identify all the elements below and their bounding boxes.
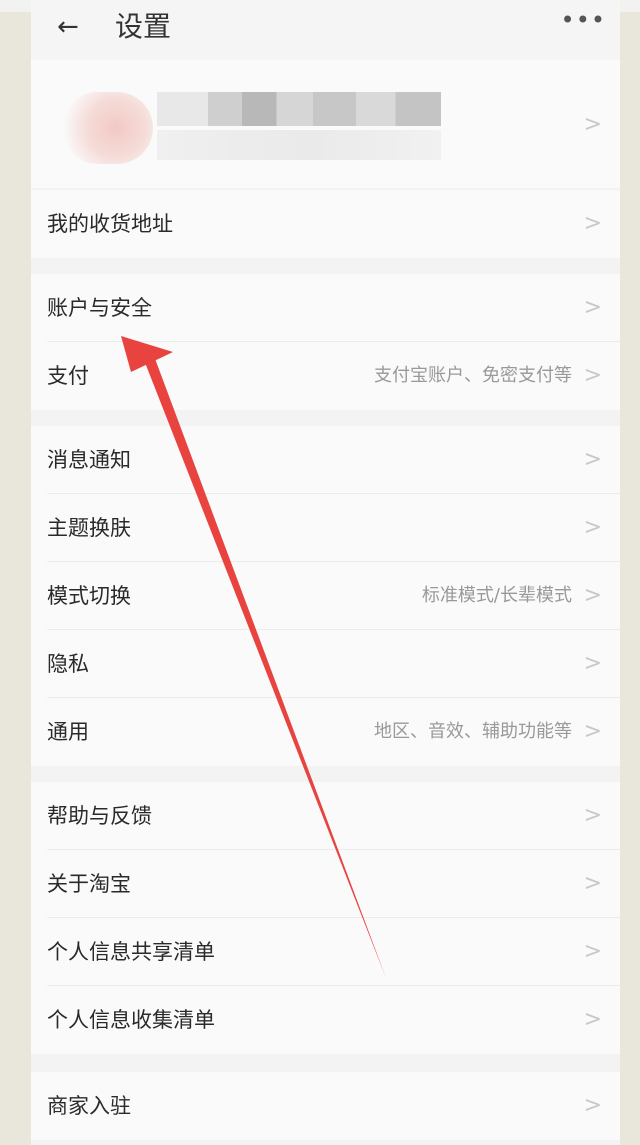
merchant-group: 商家入驻 > (31, 1072, 620, 1140)
menu-item-value: 标准模式/长辈模式 (421, 585, 572, 606)
menu-item-label: 个人信息收集清单 (47, 1008, 215, 1032)
menu-item-label: 帮助与反馈 (47, 804, 152, 828)
menu-item-mode-switch[interactable]: 模式切换 标准模式/长辈模式 > (31, 562, 620, 630)
profile-card[interactable]: > (31, 60, 620, 188)
help-group: 帮助与反馈 > 关于淘宝 > 个人信息共享清单 > 个人信息收集清单 > (31, 782, 620, 1054)
menu-item-merchant-join[interactable]: 商家入驻 > (31, 1072, 620, 1140)
chevron-right-icon: > (583, 939, 602, 964)
blurred-username (157, 92, 441, 126)
chevron-right-icon: > (583, 803, 602, 828)
blurred-user-info (157, 130, 441, 160)
chevron-right-icon: > (583, 651, 602, 676)
menu-item-payment[interactable]: 支付 支付宝账户、免密支付等 > (31, 342, 620, 410)
menu-item-label: 我的收货地址 (47, 212, 173, 236)
menu-item-label: 通用 (47, 720, 89, 744)
menu-item-label: 隐私 (47, 652, 89, 676)
menu-item-general[interactable]: 通用 地区、音效、辅助功能等 > (31, 698, 620, 766)
menu-item-about[interactable]: 关于淘宝 > (31, 850, 620, 918)
chevron-right-icon: > (583, 583, 602, 608)
menu-item-help-feedback[interactable]: 帮助与反馈 > (31, 782, 620, 850)
menu-item-value: 地区、音效、辅助功能等 (374, 721, 572, 742)
menu-item-account-security[interactable]: 账户与安全 > (31, 274, 620, 342)
chevron-right-icon: > (583, 719, 602, 744)
chevron-right-icon: > (583, 447, 602, 472)
menu-item-value: 支付宝账户、免密支付等 (374, 365, 572, 386)
chevron-right-icon: > (583, 871, 602, 896)
chevron-right-icon: > (583, 363, 602, 388)
menu-item-label: 账户与安全 (47, 296, 152, 320)
page-title: 设置 (115, 10, 172, 43)
menu-item-label: 关于淘宝 (47, 872, 131, 896)
menu-item-label: 模式切换 (47, 584, 131, 608)
menu-item-info-sharing-list[interactable]: 个人信息共享清单 > (31, 918, 620, 986)
menu-item-address[interactable]: 我的收货地址 > (31, 190, 620, 258)
chevron-right-icon: > (583, 295, 602, 320)
back-arrow-icon[interactable]: ← (57, 14, 79, 40)
menu-item-theme[interactable]: 主题换肤 > (31, 494, 620, 562)
menu-item-privacy[interactable]: 隐私 > (31, 630, 620, 698)
menu-item-label: 消息通知 (47, 448, 131, 472)
menu-item-label: 个人信息共享清单 (47, 940, 215, 964)
chevron-right-icon: > (583, 211, 602, 236)
more-options-icon[interactable]: ••• (561, 8, 606, 32)
chevron-right-icon: > (583, 515, 602, 540)
chevron-right-icon: > (583, 1093, 602, 1118)
chevron-right-icon: > (583, 112, 602, 137)
avatar (61, 92, 153, 164)
menu-item-notifications[interactable]: 消息通知 > (31, 426, 620, 494)
address-group: 我的收货地址 > (31, 190, 620, 258)
menu-item-label: 商家入驻 (47, 1094, 131, 1118)
settings-screen: ← 设置 ••• > 我的收货地址 > 账户与安全 > 支付 支付宝账户、免密支… (31, 0, 620, 1145)
menu-item-label: 支付 (47, 364, 89, 388)
nav-bar: ← 设置 ••• (31, 0, 620, 60)
account-group: 账户与安全 > 支付 支付宝账户、免密支付等 > (31, 274, 620, 410)
chevron-right-icon: > (583, 1007, 602, 1032)
menu-item-label: 主题换肤 (47, 516, 131, 540)
preferences-group: 消息通知 > 主题换肤 > 模式切换 标准模式/长辈模式 > 隐私 > 通用 地… (31, 426, 620, 766)
menu-item-info-collection-list[interactable]: 个人信息收集清单 > (31, 986, 620, 1054)
